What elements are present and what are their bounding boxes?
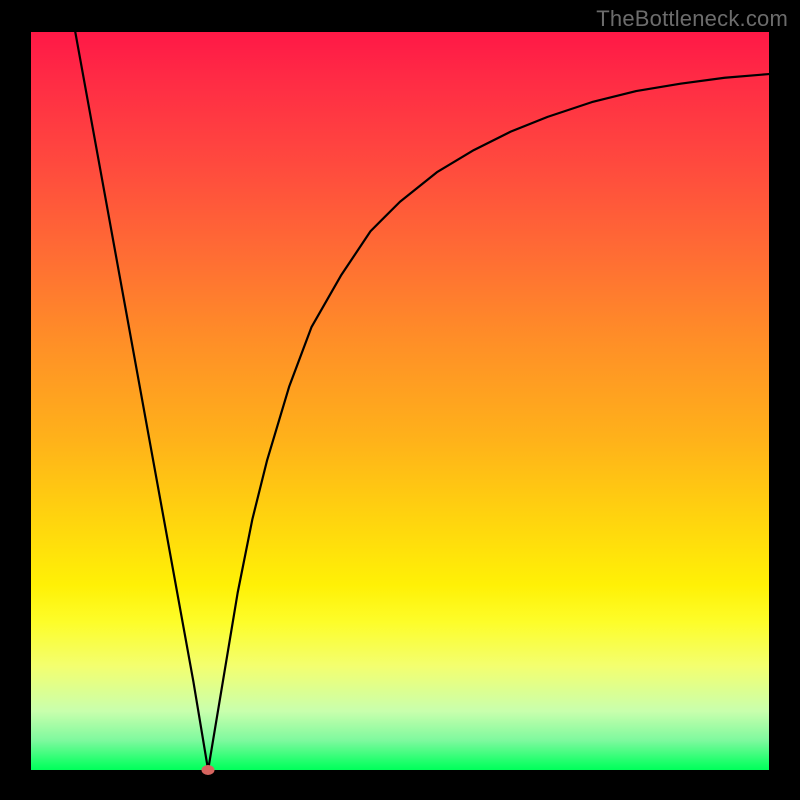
plot-area — [31, 32, 769, 770]
curve-polyline — [75, 32, 769, 770]
watermark-text: TheBottleneck.com — [596, 6, 788, 32]
chart-frame: TheBottleneck.com — [0, 0, 800, 800]
minimum-marker — [202, 765, 215, 775]
bottleneck-curve — [31, 32, 769, 770]
